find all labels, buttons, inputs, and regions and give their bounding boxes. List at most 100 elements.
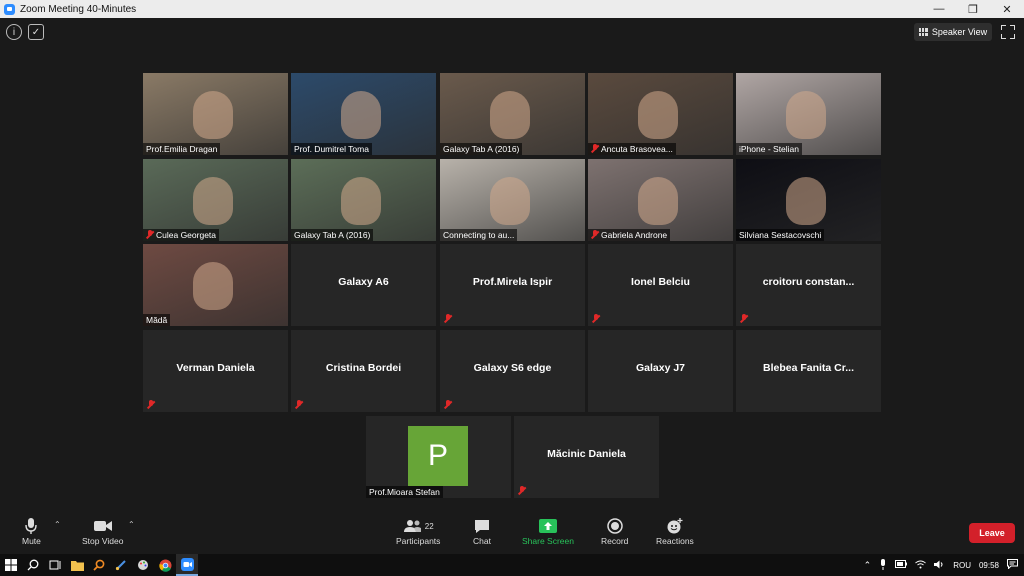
- participant-tile[interactable]: Gabriela Androne: [588, 159, 733, 241]
- participant-name: Ancuta Brasovea...: [601, 144, 673, 154]
- windows-start-icon[interactable]: [0, 554, 22, 576]
- speaker-view-label: Speaker View: [931, 27, 988, 37]
- participant-tile[interactable]: Ionel Belciu: [588, 244, 733, 326]
- minimize-button[interactable]: —: [922, 0, 956, 18]
- record-icon: [606, 516, 623, 536]
- chat-button[interactable]: Chat: [473, 516, 491, 546]
- info-icon[interactable]: i: [6, 24, 22, 40]
- leave-button[interactable]: Leave: [969, 523, 1015, 543]
- participant-name: Prof.Mirela Ispir: [472, 276, 553, 288]
- participant-name-label: Prof.Mioara Stefan: [366, 486, 443, 498]
- participant-tile[interactable]: iPhone - Stelian: [736, 73, 881, 155]
- share-screen-icon: [538, 516, 557, 536]
- muted-microphone-icon: [295, 400, 303, 409]
- participant-tile[interactable]: Măcinic Daniela: [514, 416, 659, 498]
- participant-tile[interactable]: Culea Georgeta: [143, 159, 288, 241]
- close-button[interactable]: ✕: [990, 0, 1024, 18]
- volume-icon[interactable]: [934, 560, 945, 571]
- participant-tile[interactable]: Silviana Sestacovschi: [736, 159, 881, 241]
- record-label: Record: [601, 536, 629, 546]
- language-indicator[interactable]: ROU: [953, 561, 971, 570]
- search-app-icon[interactable]: [88, 554, 110, 576]
- tray-microphone-icon[interactable]: [879, 558, 887, 572]
- chat-bubble-icon: [474, 516, 490, 536]
- participant-tile[interactable]: Ancuta Brasovea...: [588, 73, 733, 155]
- participant-name-label: Mădă: [143, 314, 171, 326]
- share-screen-button[interactable]: Share Screen: [522, 516, 574, 546]
- battery-icon[interactable]: [895, 560, 908, 570]
- participant-tile[interactable]: Galaxy J7: [588, 330, 733, 412]
- participant-tile[interactable]: Mădă: [143, 244, 288, 326]
- shield-icon[interactable]: ✓: [28, 24, 44, 40]
- participant-tile[interactable]: Galaxy S6 edge: [440, 330, 585, 412]
- participant-tile[interactable]: P Prof.Mioara Stefan: [366, 416, 511, 498]
- zoom-taskbar-icon[interactable]: [176, 554, 198, 576]
- participant-figure: [490, 177, 530, 225]
- participant-figure: [193, 262, 233, 310]
- participant-tile[interactable]: Prof.Mirela Ispir: [440, 244, 585, 326]
- participant-name: Gabriela Androne: [601, 230, 668, 240]
- chrome-icon[interactable]: [154, 554, 176, 576]
- participant-name-label: Gabriela Androne: [588, 229, 671, 241]
- participant-tile[interactable]: Blebea Fanita Cr...: [736, 330, 881, 412]
- muted-microphone-icon: [444, 314, 452, 323]
- paint-palette-icon[interactable]: [132, 554, 154, 576]
- restore-button[interactable]: ❐: [956, 0, 990, 18]
- participant-name: Prof.Mioara Stefan: [369, 487, 440, 497]
- record-button[interactable]: Record: [601, 516, 628, 546]
- participant-tile[interactable]: Galaxy Tab A (2016): [440, 73, 585, 155]
- participants-label: Participants: [396, 536, 441, 546]
- muted-microphone-icon: [147, 400, 155, 409]
- participant-name-label: Culea Georgeta: [143, 229, 220, 241]
- participant-name: Galaxy A6: [338, 276, 389, 288]
- participant-figure: [786, 91, 826, 139]
- participant-figure: [193, 91, 233, 139]
- participant-name: Silviana Sestacovschi: [739, 230, 822, 240]
- meeting-info-icons: i ✓: [6, 24, 44, 40]
- participants-button[interactable]: 22 Participants: [396, 516, 440, 546]
- stop-video-button[interactable]: Stop Video: [82, 516, 123, 546]
- audio-options-caret-icon[interactable]: ⌃: [54, 520, 61, 529]
- participant-name: Culea Georgeta: [156, 230, 217, 240]
- participants-count: 22: [424, 521, 434, 531]
- wifi-icon[interactable]: [915, 560, 926, 571]
- task-view-icon[interactable]: [44, 554, 66, 576]
- participant-name: Galaxy J7: [635, 362, 686, 374]
- stop-video-label: Stop Video: [82, 536, 124, 546]
- participant-tile[interactable]: Galaxy A6: [291, 244, 436, 326]
- fullscreen-icon[interactable]: [1001, 25, 1015, 39]
- participant-name: Cristina Bordei: [325, 362, 402, 374]
- reactions-button[interactable]: Reactions: [656, 516, 694, 546]
- chat-label: Chat: [473, 536, 491, 546]
- file-explorer-icon[interactable]: [66, 554, 88, 576]
- chevron-up-icon[interactable]: ⌃: [864, 560, 872, 571]
- window-title: Zoom Meeting 40-Minutes: [20, 3, 137, 15]
- mute-button[interactable]: Mute: [22, 516, 41, 546]
- participant-tile[interactable]: Prof.Emilia Dragan: [143, 73, 288, 155]
- participant-tile[interactable]: Verman Daniela: [143, 330, 288, 412]
- participant-name: Prof. Dumitrel Toma: [294, 144, 369, 154]
- participant-name-label: Prof.Emilia Dragan: [143, 143, 221, 155]
- notifications-icon[interactable]: [1007, 559, 1018, 571]
- video-options-caret-icon[interactable]: ⌃: [128, 520, 135, 529]
- participant-figure: [638, 91, 678, 139]
- participant-figure: [193, 177, 233, 225]
- paint-brush-icon[interactable]: [110, 554, 132, 576]
- participant-figure: [341, 91, 381, 139]
- speaker-view-button[interactable]: Speaker View: [914, 23, 992, 41]
- participant-tile[interactable]: croitoru constan...: [736, 244, 881, 326]
- participant-name-label: Ancuta Brasovea...: [588, 143, 676, 155]
- participant-name-label: Connecting to au...: [440, 229, 518, 241]
- participant-name-label: iPhone - Stelian: [736, 143, 803, 155]
- participant-tile[interactable]: Connecting to au...: [440, 159, 585, 241]
- search-icon[interactable]: [22, 554, 44, 576]
- clock[interactable]: 09:58: [979, 561, 999, 570]
- muted-microphone-icon: [518, 486, 526, 495]
- participant-tile[interactable]: Galaxy Tab A (2016): [291, 159, 436, 241]
- participant-tile[interactable]: Prof. Dumitrel Toma: [291, 73, 436, 155]
- system-tray: ⌃ ROU 09:58: [864, 554, 1018, 576]
- participants-icon: 22: [403, 516, 434, 536]
- muted-microphone-icon: [592, 314, 600, 323]
- participant-figure: [341, 177, 381, 225]
- participant-tile[interactable]: Cristina Bordei: [291, 330, 436, 412]
